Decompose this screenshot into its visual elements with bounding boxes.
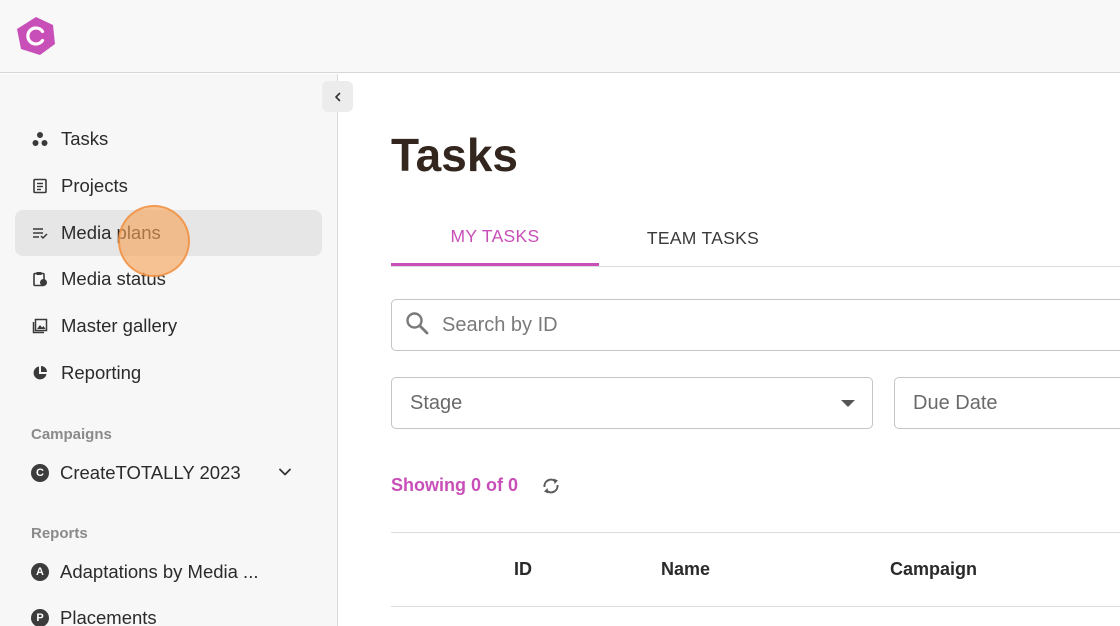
due-date-field[interactable]: Due Date: [894, 377, 1120, 429]
due-date-placeholder: Due Date: [913, 391, 998, 414]
sidebar-item-media-plans[interactable]: Media plans: [15, 210, 322, 256]
column-header-id[interactable]: ID: [514, 559, 532, 580]
campaigns-section-label: Campaigns: [31, 426, 112, 443]
sidebar-item-label: Media status: [61, 268, 166, 289]
app-logo-icon[interactable]: [16, 16, 56, 56]
sidebar-item-tasks[interactable]: Tasks: [15, 116, 322, 162]
sidebar-item-label: Reporting: [61, 362, 142, 383]
page-title: Tasks: [391, 129, 519, 181]
stage-select[interactable]: Stage: [391, 377, 873, 429]
campaign-badge: C: [31, 464, 49, 482]
search-placeholder: Search by ID: [442, 313, 558, 336]
report-item[interactable]: P Placements: [31, 604, 157, 626]
campaign-label: CreateTOTALLY 2023: [60, 462, 241, 483]
search-icon: [404, 310, 430, 341]
tab-my-tasks[interactable]: MY TASKS: [391, 210, 599, 266]
column-header-name[interactable]: Name: [661, 559, 710, 580]
sidebar-item-media-status[interactable]: Media status: [15, 256, 322, 302]
search-input[interactable]: Search by ID: [391, 299, 1120, 351]
sidebar-item-master-gallery[interactable]: Master gallery: [15, 303, 322, 349]
sidebar-item-reporting[interactable]: Reporting: [15, 350, 322, 396]
tasks-icon: [32, 131, 48, 147]
chevron-left-icon: [334, 92, 340, 101]
dropdown-arrow-icon: [841, 400, 855, 407]
gallery-icon: [32, 318, 48, 334]
media-plans-icon: [32, 225, 48, 241]
chevron-down-icon[interactable]: [278, 465, 292, 484]
tab-team-tasks[interactable]: TEAM TASKS: [599, 210, 807, 266]
showing-count: Showing 0 of 0: [391, 475, 519, 495]
sidebar-item-label: Media plans: [61, 222, 161, 243]
sidebar-item-label: Tasks: [61, 128, 109, 149]
report-badge: P: [31, 609, 49, 626]
collapse-sidebar-button[interactable]: [322, 81, 353, 112]
top-bar: [0, 0, 1120, 73]
media-status-icon: [32, 271, 48, 287]
stage-select-placeholder: Stage: [410, 391, 463, 414]
report-badge: A: [31, 563, 49, 581]
refresh-icon[interactable]: [539, 474, 563, 503]
sidebar-item-projects[interactable]: Projects: [15, 163, 322, 209]
reporting-icon: [32, 365, 48, 381]
report-label: Adaptations by Media ...: [60, 561, 259, 582]
reports-section-label: Reports: [31, 525, 88, 542]
tab-bar: MY TASKS TEAM TASKS: [391, 210, 1120, 267]
sidebar-item-label: Projects: [61, 175, 128, 196]
projects-icon: [32, 178, 48, 194]
column-header-campaign[interactable]: Campaign: [890, 559, 977, 580]
report-label: Placements: [60, 607, 157, 626]
report-item[interactable]: A Adaptations by Media ...: [31, 558, 258, 586]
table-header: ID Name Campaign: [391, 532, 1120, 607]
sidebar-item-label: Master gallery: [61, 315, 178, 336]
campaign-item[interactable]: C CreateTOTALLY 2023: [31, 459, 301, 487]
